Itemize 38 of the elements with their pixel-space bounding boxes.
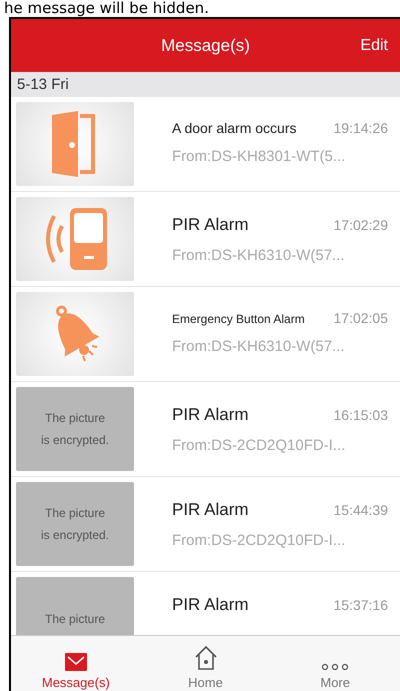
alarm-source: From:DS-2CD2Q10FD-I... (172, 437, 346, 454)
encrypted-label: is encrypted. (40, 527, 110, 544)
alarm-source: From:DS-2CD2Q10FD-I... (172, 532, 346, 549)
message-row[interactable]: The picture is encrypted. PIR Alarm 16:15:03 From:DS-2CD2Q10FD-I... (11, 382, 400, 477)
message-row[interactable]: The picture is encrypted. PIR Alarm 15:44:39 From:DS-2CD2Q10FD-I... (11, 477, 400, 572)
message-row[interactable]: Emergency Button Alarm 17:02:05 From:DS-KH6310-W(57... (11, 287, 400, 382)
alarm-time: 19:14:26 (334, 120, 388, 136)
alarm-source: From:DS-KH8301-WT(5... (172, 148, 346, 165)
alarm-title: A door alarm occurs (172, 120, 296, 136)
alarm-title: PIR Alarm (172, 595, 249, 615)
alarm-time: 17:02:29 (334, 217, 388, 233)
caption-text: he message will be hidden. (3, 0, 210, 17)
alarm-time: 15:37:16 (334, 597, 388, 613)
alarm-source: From:DS-KH6310-W(57... (172, 247, 346, 264)
message-row[interactable]: PIR Alarm 17:02:29 From:DS-KH6310-W(57... (11, 192, 400, 287)
envelope-icon (64, 653, 87, 671)
tab[interactable]: Message(s) (11, 636, 141, 691)
alarm-title: Emergency Button Alarm (172, 312, 305, 326)
encrypted-label: The picture (44, 611, 106, 628)
tab[interactable]: Home (140, 636, 270, 691)
alarm-time: 16:15:03 (334, 407, 388, 423)
house-icon (192, 645, 218, 671)
alarm-time: 15:44:39 (334, 502, 388, 518)
screen-title: Message(s) (160, 36, 251, 56)
alarm-title: PIR Alarm (172, 500, 249, 520)
date-header: 5-13 Fri (11, 72, 400, 97)
message-row[interactable]: A door alarm occurs 19:14:26 From:DS-KH8301-WT(5... (11, 97, 400, 192)
more-icon (321, 663, 350, 671)
door-icon (52, 111, 98, 177)
alarm-title: PIR Alarm (172, 405, 249, 425)
encrypted-label: is encrypted. (40, 432, 110, 449)
edit-button[interactable]: Edit (310, 36, 400, 56)
encrypted-label: The picture (44, 410, 106, 427)
alarm-title: PIR Alarm (172, 215, 249, 235)
tab[interactable]: More (270, 636, 400, 691)
encrypted-label: The picture (44, 505, 106, 522)
alarm-time: 17:02:05 (334, 310, 388, 326)
alarm-source: From:DS-KH6310-W(57... (172, 338, 346, 355)
